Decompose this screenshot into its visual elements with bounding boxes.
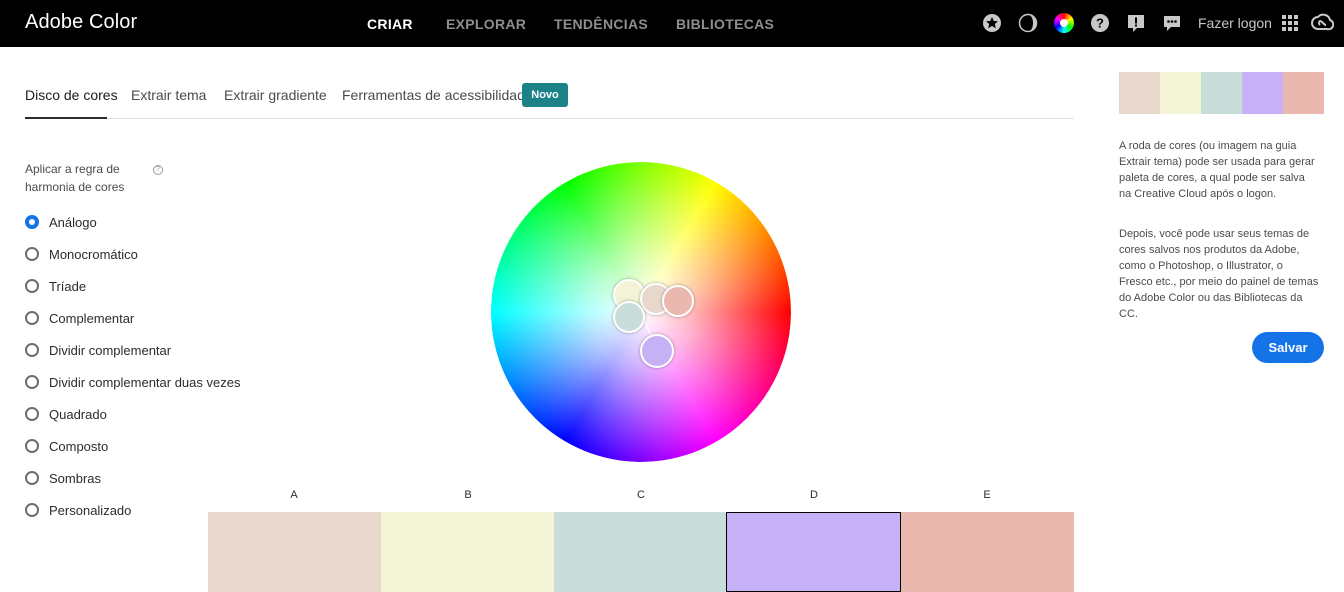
swatch-label-b: B xyxy=(464,489,472,501)
radio-button[interactable] xyxy=(25,311,39,325)
theme-preview-d xyxy=(1242,72,1283,114)
active-tab-indicator xyxy=(25,117,107,119)
tabs-divider xyxy=(25,118,1074,119)
harmony-option-quadrado[interactable]: Quadrado xyxy=(25,404,107,424)
creative-cloud-icon[interactable] xyxy=(1310,13,1334,33)
theme-preview-e xyxy=(1283,72,1324,114)
info-text-2: Depois, você pode usar seus temas de cor… xyxy=(1119,228,1319,320)
radio-button[interactable] xyxy=(25,439,39,453)
harmony-option-dividir-complementar[interactable]: Dividir complementar xyxy=(25,340,171,360)
radio-button[interactable] xyxy=(25,215,39,229)
wheel-handle-c[interactable] xyxy=(613,301,645,333)
apps-grid-icon[interactable] xyxy=(1280,13,1300,33)
radio-button[interactable] xyxy=(25,375,39,389)
radio-button[interactable] xyxy=(25,279,39,293)
save-button[interactable]: Salvar xyxy=(1252,332,1324,363)
login-link[interactable]: Fazer logon xyxy=(1198,15,1272,31)
swatch-label-e: E xyxy=(983,489,991,501)
info-text-1: A roda de cores (ou imagem na guia Extra… xyxy=(1119,140,1315,200)
wheel-handle-e[interactable] xyxy=(662,285,694,317)
theme-preview-c xyxy=(1201,72,1242,114)
swatch-label-c: C xyxy=(637,489,645,501)
help-icon[interactable]: ? xyxy=(1090,13,1110,33)
contrast-icon[interactable] xyxy=(1018,13,1038,33)
swatch-label-d: D xyxy=(810,489,818,501)
swatch-e[interactable] xyxy=(901,512,1074,592)
help-icon[interactable]: ? xyxy=(153,165,163,175)
swatch-d[interactable] xyxy=(726,512,901,592)
nav-bibliotecas[interactable]: BIBLIOTECAS xyxy=(676,16,774,32)
nav-criar[interactable]: CRIAR xyxy=(367,16,413,32)
swatch-a[interactable] xyxy=(208,512,381,592)
nav-tendencias[interactable]: TENDÊNCIAS xyxy=(554,16,648,32)
chat-icon[interactable] xyxy=(1162,13,1182,33)
nav-explorar[interactable]: EXPLORAR xyxy=(446,16,526,32)
tab-extrair-gradiente[interactable]: Extrair gradiente xyxy=(224,87,327,103)
harmony-option-analogo[interactable]: Análogo xyxy=(25,212,97,232)
new-badge: Novo xyxy=(522,83,568,107)
radio-button[interactable] xyxy=(25,471,39,485)
radio-button[interactable] xyxy=(25,503,39,517)
radio-button[interactable] xyxy=(25,247,39,261)
top-navigation-bar: Adobe Color CRIAR EXPLORAR TENDÊNCIAS BI… xyxy=(0,0,1344,47)
color-wheel-icon[interactable] xyxy=(1054,13,1074,33)
harmony-option-dividir-complementar-duas-vezes[interactable]: Dividir complementar duas vezes xyxy=(25,372,240,392)
tab-disco-de-cores[interactable]: Disco de cores xyxy=(25,87,118,103)
theme-preview-b xyxy=(1160,72,1201,114)
harmony-rule-label: Aplicar a regra de harmonia de cores xyxy=(25,162,125,194)
swatch-label-a: A xyxy=(290,489,298,501)
tab-extrair-tema[interactable]: Extrair tema xyxy=(131,87,206,103)
harmony-option-triade[interactable]: Tríade xyxy=(25,276,86,296)
svg-text:?: ? xyxy=(1096,16,1104,31)
feedback-icon[interactable] xyxy=(1126,13,1146,33)
star-icon[interactable] xyxy=(982,13,1002,33)
swatch-b[interactable] xyxy=(381,512,554,592)
theme-preview-a xyxy=(1119,72,1160,114)
harmony-option-composto[interactable]: Composto xyxy=(25,436,108,456)
harmony-option-complementar[interactable]: Complementar xyxy=(25,308,134,328)
swatch-c[interactable] xyxy=(554,512,726,592)
radio-button[interactable] xyxy=(25,343,39,357)
app-title[interactable]: Adobe Color xyxy=(25,11,137,34)
harmony-option-personalizado[interactable]: Personalizado xyxy=(25,500,131,520)
harmony-option-monocromatico[interactable]: Monocromático xyxy=(25,244,138,264)
tab-ferramentas-acessibilidade[interactable]: Ferramentas de acessibilidade xyxy=(342,87,533,103)
wheel-handle-d[interactable] xyxy=(640,334,674,368)
harmony-option-sombras[interactable]: Sombras xyxy=(25,468,101,488)
radio-button[interactable] xyxy=(25,407,39,421)
theme-preview xyxy=(1119,72,1324,114)
